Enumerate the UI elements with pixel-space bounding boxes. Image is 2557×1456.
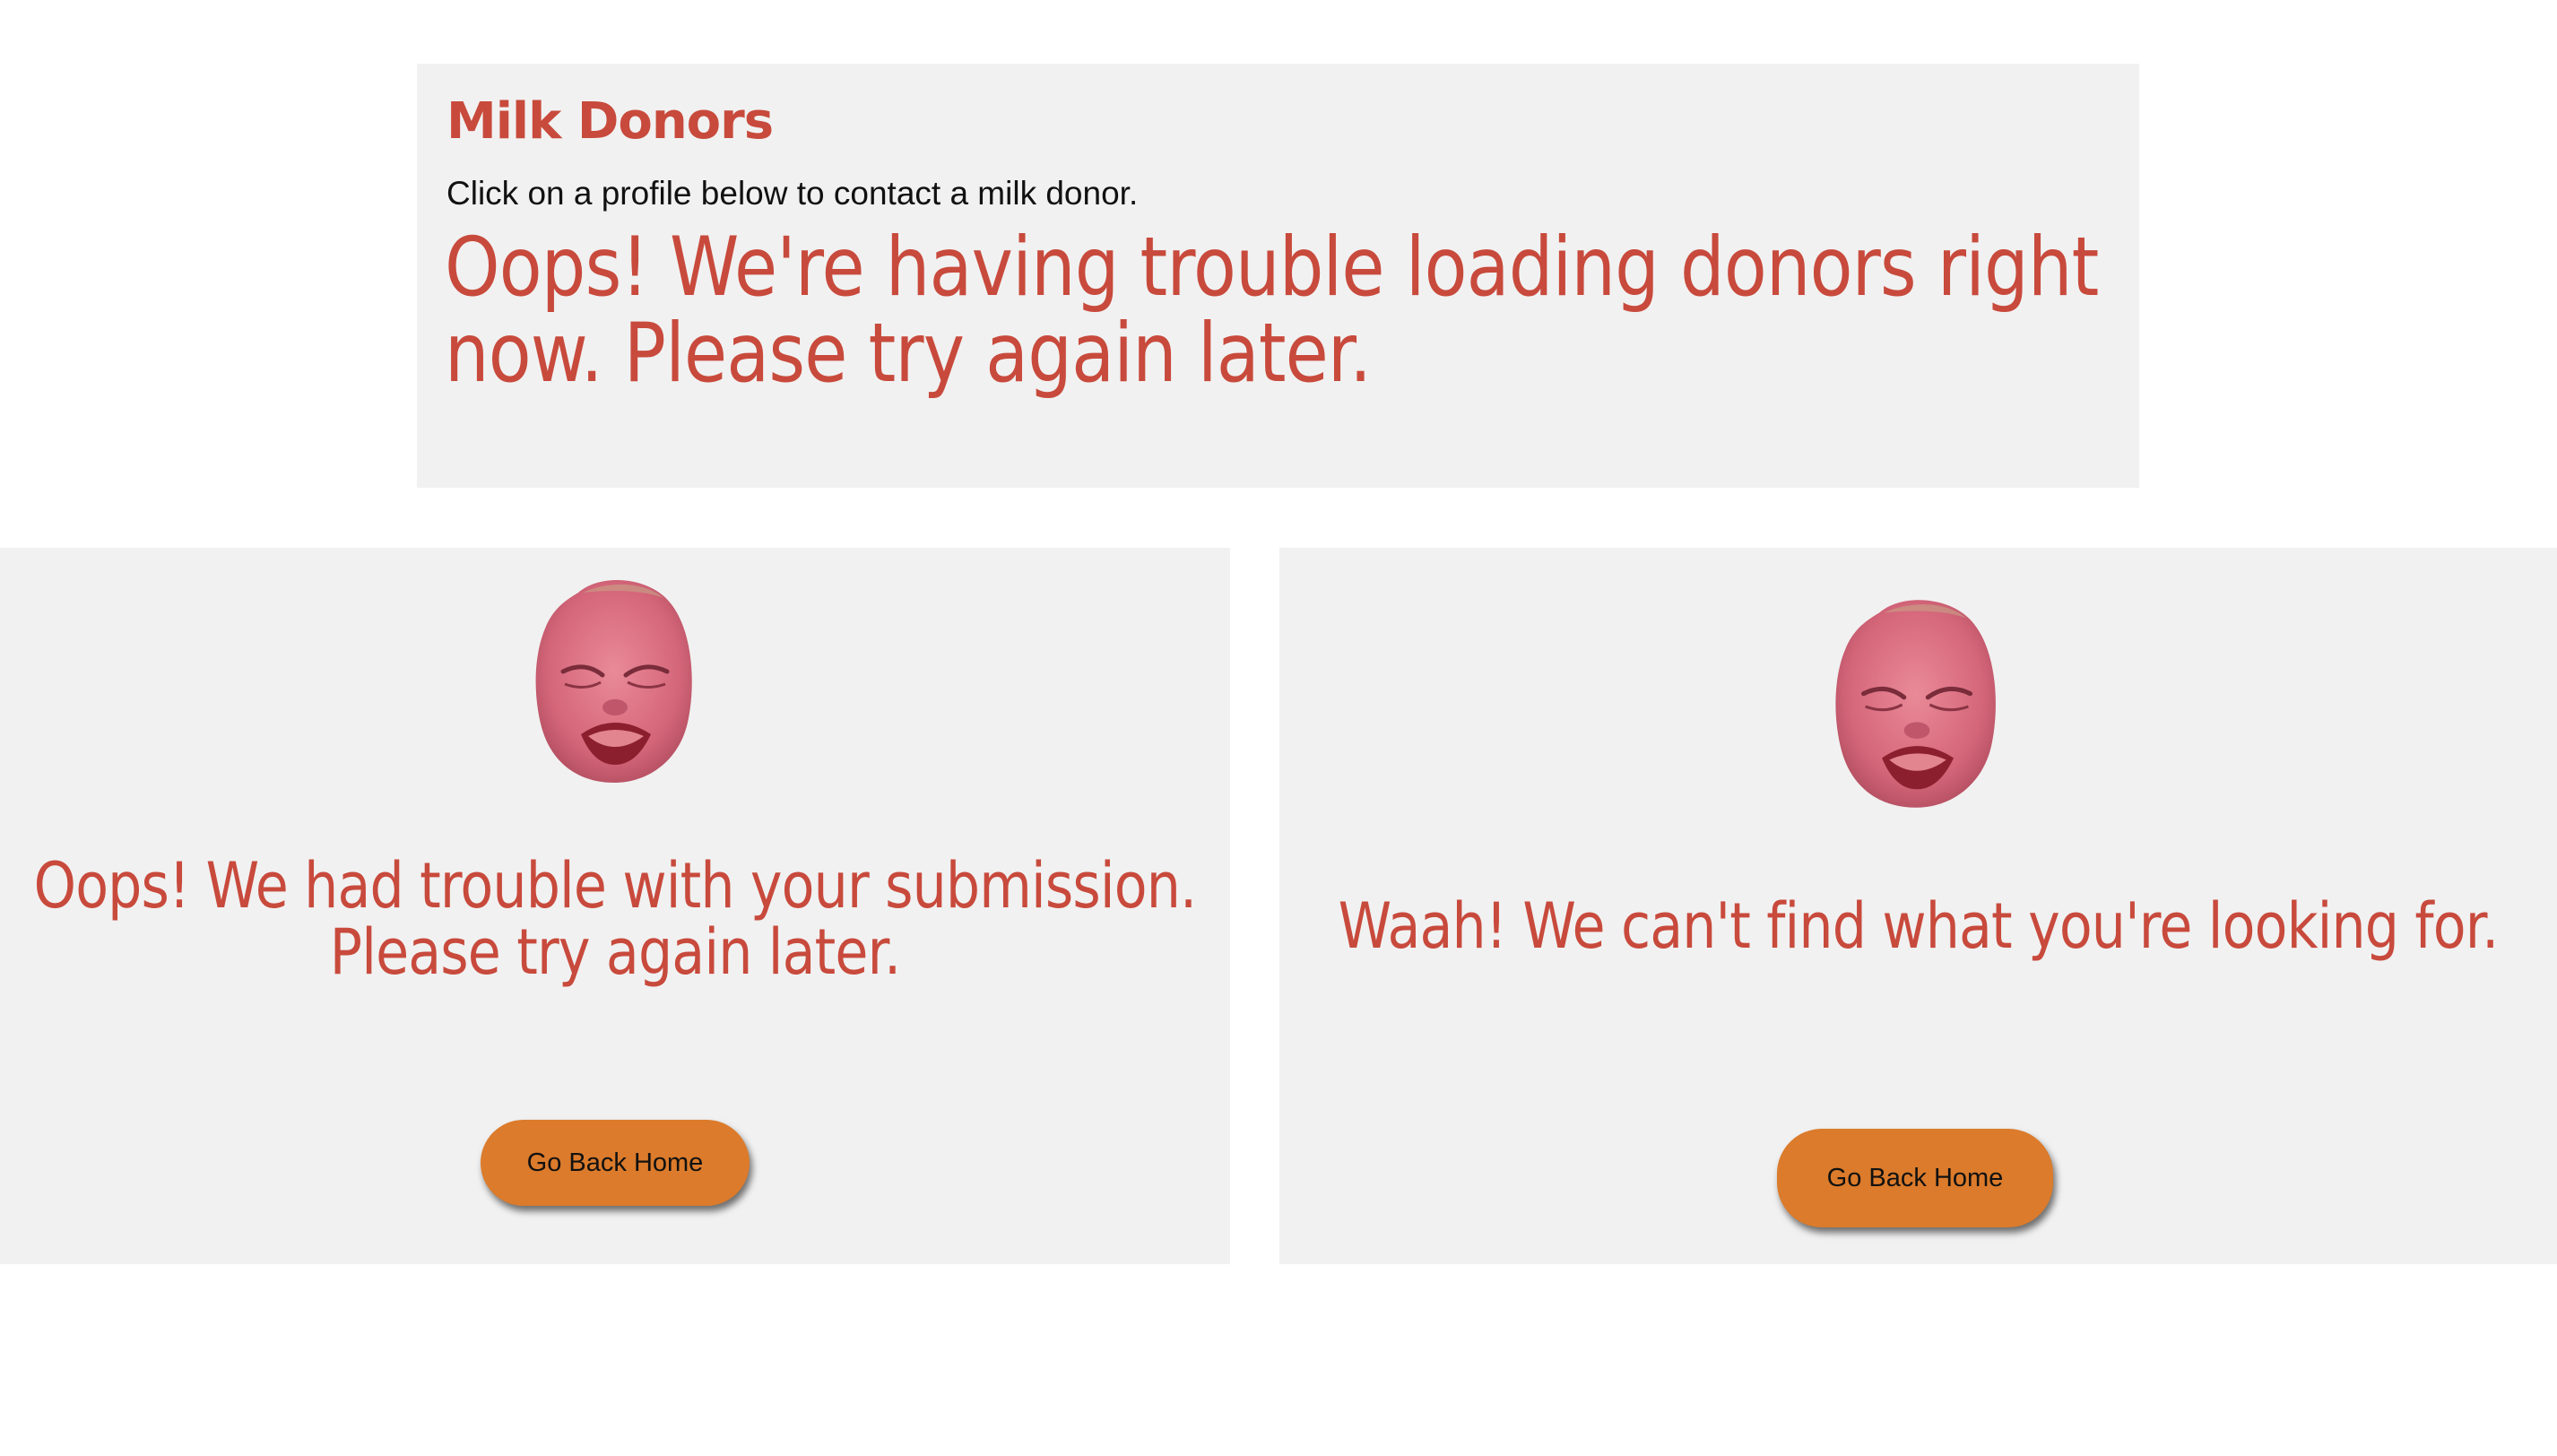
page-subtitle: Click on a profile below to contact a mi…	[446, 175, 1139, 212]
crying-baby-icon	[535, 580, 692, 783]
crying-baby-icon	[1835, 600, 1996, 808]
go-back-home-button[interactable]: Go Back Home	[481, 1120, 750, 1206]
submission-error-panel: Oops! We had trouble with your submissio…	[0, 548, 1230, 1264]
not-found-panel: Waah! We can't find what you're looking …	[1279, 548, 2557, 1264]
not-found-message: Waah! We can't find what you're looking …	[1338, 889, 2500, 963]
submission-error-message: Oops! We had trouble with your submissio…	[33, 849, 1198, 989]
donors-error-message: Oops! We're having trouble loading donor…	[445, 221, 2099, 401]
milk-donors-panel: Milk Donors Click on a profile below to …	[417, 64, 2139, 488]
page-title: Milk Donors	[446, 92, 774, 151]
go-back-home-button[interactable]: Go Back Home	[1777, 1129, 2053, 1227]
